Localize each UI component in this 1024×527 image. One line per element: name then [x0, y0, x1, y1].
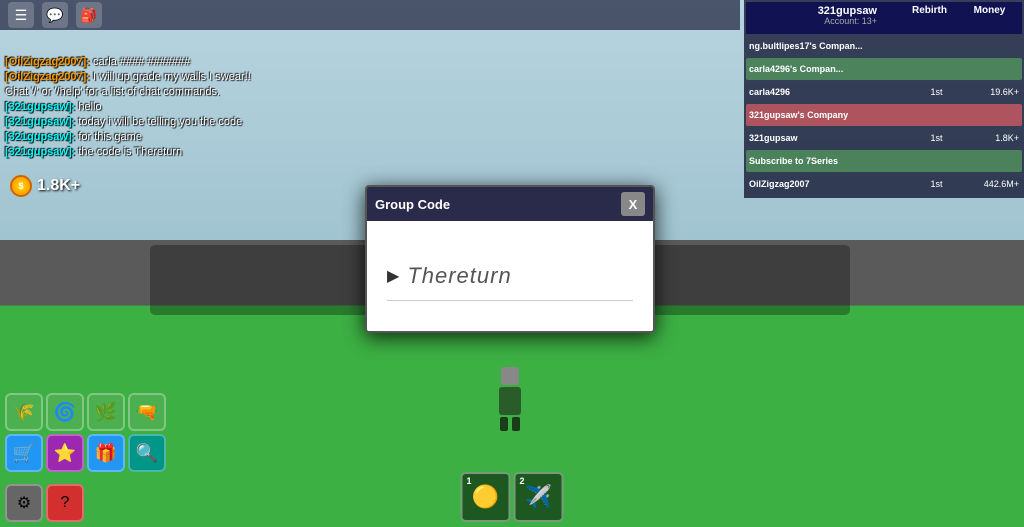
modal-close-button[interactable]: X [621, 192, 645, 216]
modal-titlebar: Group Code X [367, 187, 653, 221]
modal-overlay: Group Code X ▶ Thereturn [0, 0, 1024, 527]
text-cursor: ▶ [387, 266, 399, 286]
modal-content: ▶ Thereturn [367, 221, 653, 331]
input-underline [387, 300, 633, 301]
modal-title: Group Code [375, 197, 450, 212]
code-input-area[interactable]: ▶ Thereturn [387, 263, 633, 289]
group-code-modal: Group Code X ▶ Thereturn [365, 185, 655, 333]
code-value-text: Thereturn [407, 263, 511, 289]
